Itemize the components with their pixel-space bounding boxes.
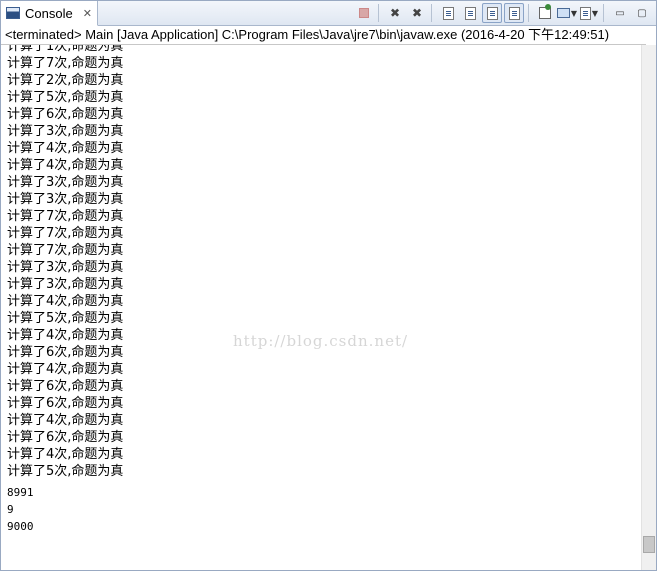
terminate-button[interactable]: [354, 3, 374, 23]
output-line: 计算了6次,命题为真: [7, 430, 124, 445]
toolbar-separator: [378, 4, 379, 22]
output-line: 计算了7次,命题为真: [7, 226, 124, 241]
maximize-button[interactable]: ▢: [632, 3, 652, 23]
remove-launch-button[interactable]: ✖: [385, 3, 405, 23]
minimize-icon: ▭: [615, 7, 625, 19]
output-line: 计算了3次,命题为真: [7, 175, 124, 190]
scroll-lock-button[interactable]: [460, 3, 480, 23]
stdout-icon: [486, 6, 498, 20]
output-line: 计算了5次,命题为真: [7, 464, 124, 479]
stderr-icon: [508, 6, 520, 20]
remove-all-icon: ✖: [411, 6, 423, 20]
output-line: 计算了1次,命题为真: [7, 45, 124, 54]
minimize-button[interactable]: ▭: [610, 3, 630, 23]
vertical-scrollbar[interactable]: [641, 45, 656, 570]
console-tab-label: Console: [25, 5, 73, 21]
console-toolbar: ✖ ✖ ▼ ▼ ▭ ▢: [352, 3, 652, 23]
pin-icon: [539, 4, 551, 19]
toolbar-separator: [528, 4, 529, 22]
monitor-icon: [557, 8, 570, 18]
chevron-down-icon: ▼: [591, 8, 599, 18]
view-title-bar: Console ✕ ✖ ✖ ▼ ▼ ▭ ▢: [1, 1, 656, 26]
output-line: 计算了4次,命题为真: [7, 328, 124, 343]
output-line: 计算了7次,命题为真: [7, 243, 124, 258]
result-line: 8991: [7, 486, 34, 499]
console-icon: [6, 7, 20, 19]
output-line: 计算了7次,命题为真: [7, 56, 124, 71]
output-line: 计算了4次,命题为真: [7, 362, 124, 377]
output-line: 计算了5次,命题为真: [7, 90, 124, 105]
show-when-stderr-button[interactable]: [504, 3, 524, 23]
clear-console-button[interactable]: [438, 3, 458, 23]
console-output[interactable]: 计算了1次,命题为真计算了7次,命题为真 计算了2次,命题为真 计算了5次,命题为真…: [1, 45, 641, 570]
process-status-line: <terminated> Main [Java Application] C:\…: [1, 26, 646, 45]
output-line: 计算了6次,命题为真: [7, 107, 124, 122]
remove-icon: ✖: [389, 6, 401, 20]
display-selected-console-button[interactable]: ▼: [557, 3, 577, 23]
output-line: 计算了4次,命题为真: [7, 447, 124, 462]
output-line: 计算了5次,命题为真: [7, 311, 124, 326]
scrollbar-thumb[interactable]: [643, 536, 655, 553]
chevron-down-icon: ▼: [570, 8, 577, 18]
output-line: 计算了7次,命题为真: [7, 209, 124, 224]
watermark: http://blog.csdn.net/: [233, 332, 409, 350]
scroll-lock-icon: [464, 6, 476, 20]
open-console-button[interactable]: ▼: [579, 3, 599, 23]
output-line: 计算了3次,命题为真: [7, 124, 124, 139]
output-line: 计算了3次,命题为真: [7, 192, 124, 207]
toolbar-separator: [603, 4, 604, 22]
terminate-icon: [359, 8, 369, 18]
output-line: 计算了6次,命题为真: [7, 396, 124, 411]
pin-console-button[interactable]: [535, 3, 555, 23]
new-console-icon: [579, 6, 591, 20]
output-line: 计算了4次,命题为真: [7, 158, 124, 173]
output-lines: 计算了1次,命题为真计算了7次,命题为真 计算了2次,命题为真 计算了5次,命题为真…: [7, 45, 123, 535]
toolbar-separator: [431, 4, 432, 22]
result-line: 9: [7, 503, 14, 516]
output-line: 计算了2次,命题为真: [7, 73, 124, 88]
output-line: 计算了3次,命题为真: [7, 277, 124, 292]
output-line: 计算了4次,命题为真: [7, 141, 124, 156]
output-line: 计算了4次,命题为真: [7, 294, 124, 309]
console-tab[interactable]: Console ✕: [1, 1, 98, 26]
maximize-icon: ▢: [637, 7, 647, 19]
output-line: 计算了3次,命题为真: [7, 260, 124, 275]
console-view: Console ✕ ✖ ✖ ▼ ▼ ▭ ▢ <terminated> Main …: [0, 0, 657, 571]
remove-all-terminated-button[interactable]: ✖: [407, 3, 427, 23]
output-line: 计算了4次,命题为真: [7, 413, 124, 428]
result-line: 9000: [7, 520, 34, 533]
clear-console-icon: [442, 6, 454, 20]
output-line: 计算了6次,命题为真: [7, 379, 124, 394]
show-when-stdout-button[interactable]: [482, 3, 502, 23]
close-tab-icon[interactable]: ✕: [83, 7, 92, 20]
output-line: 计算了6次,命题为真: [7, 345, 124, 360]
